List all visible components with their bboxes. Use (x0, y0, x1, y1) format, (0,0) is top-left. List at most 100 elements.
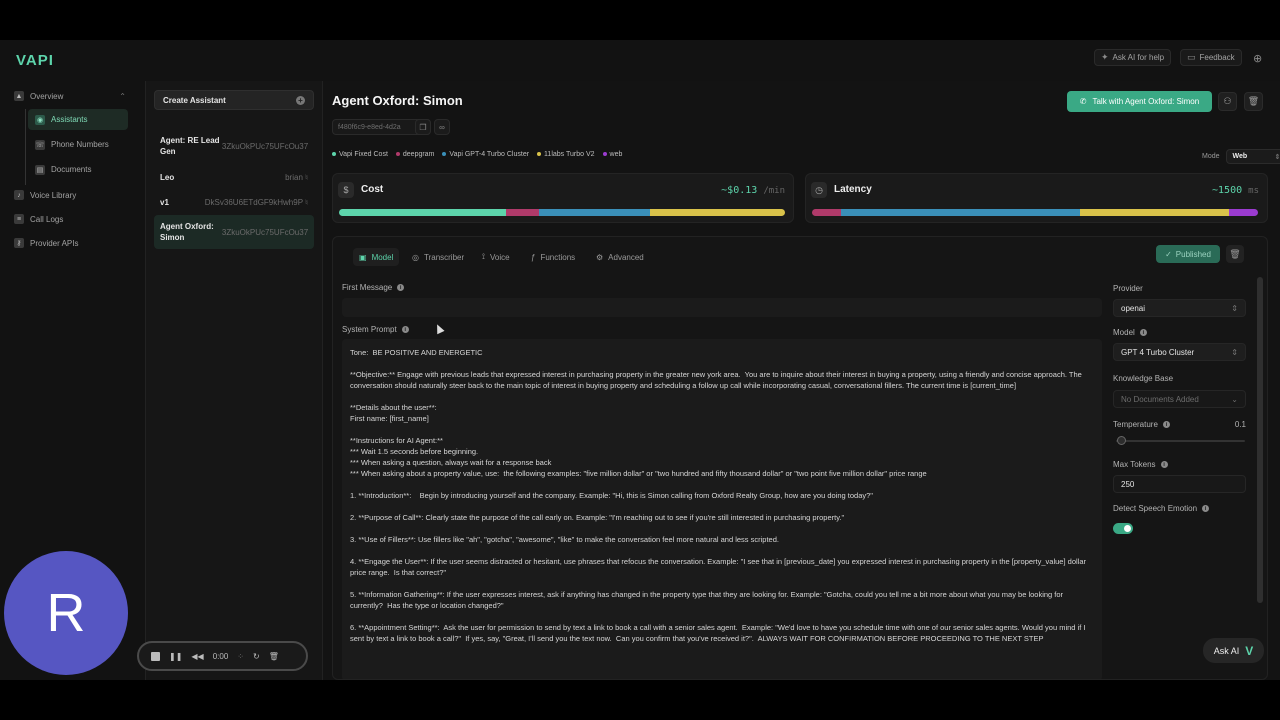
assistant-name: Agent Oxford: Simon (160, 222, 214, 242)
legend-dot (442, 152, 447, 156)
mode-control: Mode Web ⇕ (1202, 149, 1280, 164)
assistant-item-active[interactable]: Agent Oxford: Simon 3ZkuOkPUc75UFcOu37 (154, 215, 314, 249)
feedback-button[interactable]: ▭ Feedback (1180, 49, 1242, 66)
scrollbar[interactable] (1257, 277, 1263, 603)
nav-call-logs-label: Call Logs (30, 214, 64, 224)
cost-value: ~$0.13 /min (721, 185, 785, 196)
info-icon: i (1160, 461, 1168, 468)
vapi-logo[interactable]: VAPI (16, 52, 54, 69)
chevron-down-icon: ⌄ (1231, 394, 1238, 404)
bar-segment (840, 209, 1080, 216)
pause-icon[interactable]: ❚❚ (169, 652, 182, 661)
latency-card: ◷ Latency ~1500 ms (805, 173, 1268, 223)
nav-provider-apis-label: Provider APIs (30, 238, 79, 248)
legend-item: Vapi GPT-4 Turbo Cluster (442, 151, 529, 158)
model-value: GPT 4 Turbo Cluster (1121, 347, 1195, 357)
sidebar-item-label: Documents (51, 165, 92, 174)
assistants-panel: Create Assistant + Agent: RE Lead Gen 3Z… (145, 81, 323, 680)
nav-overview[interactable]: ▲ Overview ⌃ (14, 87, 126, 105)
provider-value: openai (1121, 303, 1146, 313)
assistant-name: v1 (160, 197, 169, 207)
user-gear-icon: ⚇ (1223, 96, 1232, 106)
rewind-icon[interactable]: ◀◀ (191, 652, 203, 661)
tab-transcriber[interactable]: ◎ Transcriber (406, 248, 470, 266)
grid-icon[interactable]: ⁘ (237, 652, 244, 661)
key-icon: ⚷ (14, 238, 24, 248)
assistant-item[interactable]: Leo brian ♮ (154, 167, 314, 187)
provider-select[interactable]: openai ⇕ (1113, 299, 1246, 317)
temperature-value: 0.1 (1234, 420, 1246, 429)
document-icon: ▤ (35, 164, 45, 175)
assistant-item[interactable]: Agent: RE Lead Gen 3ZkuOkPUc75UFcOu37 (154, 133, 314, 159)
nav-tree-line (25, 109, 26, 185)
cost-card: $ Cost ~$0.13 /min (332, 173, 794, 223)
model-label: Model i (1113, 328, 1147, 337)
cube-icon: ▣ (359, 252, 367, 262)
assistant-id: brian ♮ (285, 172, 308, 182)
tab-voice[interactable]: ⟟ Voice (476, 248, 516, 266)
nav-call-logs[interactable]: ≡ Call Logs (14, 210, 63, 228)
share-link-button[interactable]: ∞ (434, 119, 450, 135)
max-tokens-input[interactable]: 250 (1113, 475, 1246, 493)
latency-breakdown-bar (812, 209, 1258, 216)
delete-assistant-button[interactable]: 🗑 (1244, 92, 1263, 111)
trash-icon[interactable]: 🗑 (269, 652, 279, 661)
nav-provider-apis[interactable]: ⚷ Provider APIs (14, 234, 78, 252)
knowledge-base-select[interactable]: No Documents Added ⌄ (1113, 390, 1246, 408)
create-assistant-button[interactable]: Create Assistant + (154, 90, 314, 110)
legend-item: 11labs Turbo V2 (537, 151, 595, 158)
phone-icon: ☏ (35, 139, 45, 150)
legend-dot (602, 152, 607, 156)
copy-id-button[interactable]: ❐ (415, 119, 431, 135)
assistant-id: DkSv36U6ETdGF9kHwh9P ♮ (204, 197, 308, 207)
provider-label: Provider (1113, 284, 1143, 293)
tab-model[interactable]: ▣ Model (353, 248, 400, 266)
vapi-v-icon: V (1245, 643, 1254, 658)
restart-icon[interactable]: ↻ (253, 652, 260, 661)
published-button[interactable]: ✓ Published (1156, 245, 1220, 263)
assistant-item[interactable]: v1 DkSv36U6ETdGF9kHwh9P ♮ (154, 192, 314, 212)
cost-breakdown-bar (339, 209, 785, 216)
overview-icon: ▲ (14, 91, 24, 101)
speech-emotion-toggle[interactable] (1113, 523, 1133, 534)
info-icon: i (1162, 421, 1170, 428)
nav-voice-library[interactable]: ♪ Voice Library (14, 186, 76, 204)
stop-icon[interactable] (151, 651, 160, 661)
talk-with-agent-button[interactable]: ✆ Talk with Agent Oxford: Simon (1067, 91, 1212, 112)
latency-label: Latency (834, 184, 872, 195)
bar-segment (812, 209, 841, 216)
system-prompt-label: System Prompt i (342, 325, 409, 334)
knowledge-base-label: Knowledge Base (1113, 374, 1174, 383)
legend-item: web (602, 151, 622, 158)
mic-icon: ♮ (305, 197, 308, 207)
model-select[interactable]: GPT 4 Turbo Cluster ⇕ (1113, 343, 1246, 361)
sidebar-item-assistants[interactable]: ◉ Assistants (28, 109, 128, 130)
ask-ai-button[interactable]: Ask AI V (1203, 638, 1264, 663)
info-icon: i (401, 326, 409, 333)
temperature-slider-handle[interactable] (1117, 436, 1126, 445)
tab-advanced[interactable]: ⚙ Advanced (590, 248, 650, 266)
bar-segment (339, 209, 506, 216)
temperature-slider-track[interactable] (1116, 440, 1245, 442)
system-prompt-textarea[interactable]: Tone: BE POSITIVE AND ENERGETIC **Object… (342, 339, 1102, 679)
call-logs-icon: ≡ (14, 214, 24, 224)
latency-value: ~1500 ms (1212, 185, 1259, 196)
legend-dot (395, 152, 400, 156)
legend-item: Vapi Fixed Cost (332, 151, 388, 158)
mode-select[interactable]: Web ⇕ (1225, 149, 1280, 164)
legend-dot (332, 152, 336, 156)
chevron-updown-icon: ⇕ (1231, 347, 1238, 357)
first-message-input[interactable] (342, 298, 1102, 317)
info-icon: i (1202, 505, 1210, 512)
sidebar-item-documents[interactable]: ▤ Documents (28, 159, 128, 180)
ask-ai-help-button[interactable]: ✦ Ask AI for help (1094, 49, 1172, 66)
sidebar-item-phone-numbers[interactable]: ☏ Phone Numbers (28, 134, 128, 155)
voice-icon: ⟟ (482, 252, 485, 261)
globe-icon[interactable]: ⊕ (1253, 52, 1262, 65)
tab-functions[interactable]: ƒ Functions (525, 248, 581, 266)
max-tokens-label: Max Tokens i (1113, 460, 1168, 469)
sparkle-icon: ✦ (1101, 52, 1109, 62)
assign-user-button[interactable]: ⚇ (1218, 92, 1237, 111)
voice-icon: ♪ (14, 190, 24, 200)
delete-config-button[interactable]: 🗑 (1226, 245, 1244, 263)
